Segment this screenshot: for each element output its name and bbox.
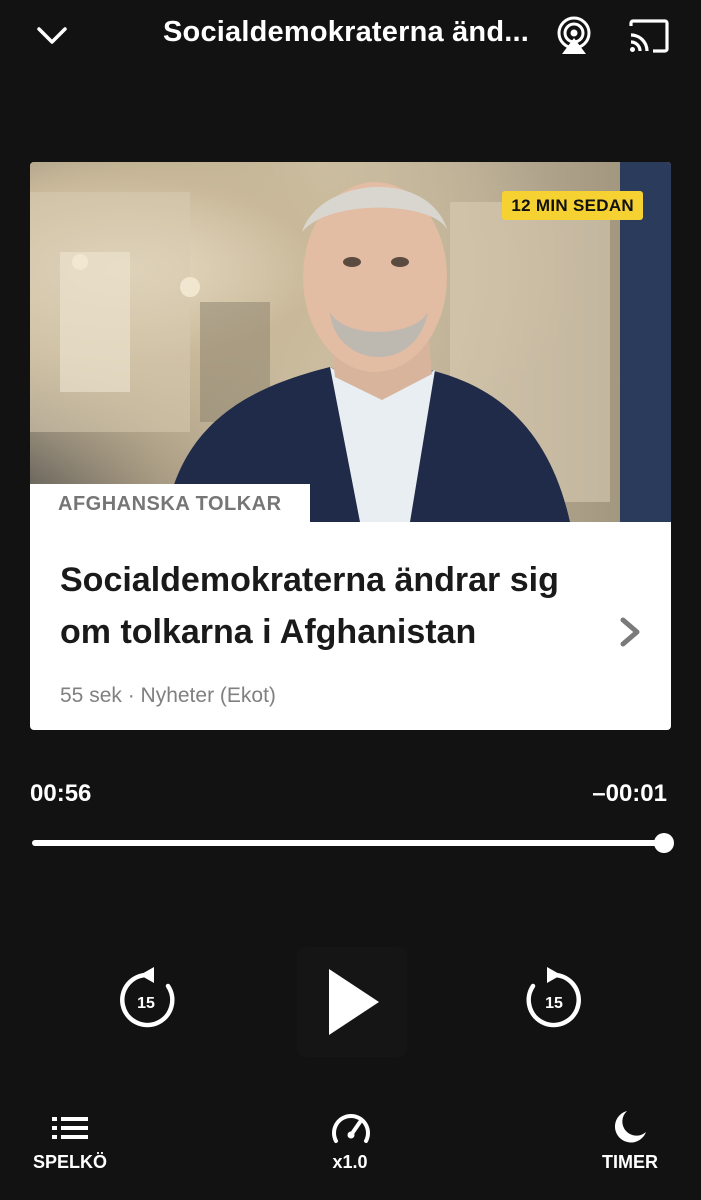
queue-icon[interactable] — [50, 1113, 90, 1143]
chevron-down-icon[interactable] — [32, 18, 72, 54]
cast-icon[interactable] — [626, 16, 672, 56]
player-title: Socialdemokraterna änd... — [163, 16, 529, 48]
forward-15-button[interactable]: 15 — [523, 965, 585, 1033]
speedometer-icon[interactable] — [330, 1110, 372, 1146]
airplay-icon[interactable] — [554, 14, 594, 58]
remaining-time: –00:01 — [592, 780, 667, 807]
episode-title: Socialdemokraterna ändrar sig om tolkarn… — [60, 561, 559, 651]
progress-track[interactable] — [32, 840, 664, 846]
progress-handle[interactable] — [654, 833, 674, 853]
episode-meta: 55 sek · Nyheter (Ekot) — [60, 684, 276, 707]
rewind-seconds: 15 — [137, 995, 155, 1012]
forward-seconds: 15 — [545, 995, 563, 1012]
moon-icon[interactable] — [610, 1108, 650, 1146]
rewind-15-button[interactable]: 15 — [116, 965, 178, 1033]
top-bar: Socialdemokraterna änd... — [0, 0, 701, 72]
speed-label[interactable]: x1.0 — [310, 1152, 390, 1173]
category-label: AFGHANSKA TOLKAR — [30, 484, 310, 522]
elapsed-time: 00:56 — [30, 780, 92, 807]
queue-label[interactable]: SPELKÖ — [22, 1152, 118, 1173]
chevron-right-icon[interactable] — [618, 615, 642, 654]
time-ago-badge: 12 MIN SEDAN — [502, 191, 643, 220]
play-button[interactable] — [297, 947, 407, 1057]
episode-image: 12 MIN SEDAN — [30, 162, 671, 522]
timer-label[interactable]: TIMER — [590, 1152, 670, 1173]
play-icon — [329, 969, 379, 1035]
episode-card[interactable]: 12 MIN SEDAN AFGHANSKA TOLKAR Socialdemo… — [30, 162, 671, 730]
